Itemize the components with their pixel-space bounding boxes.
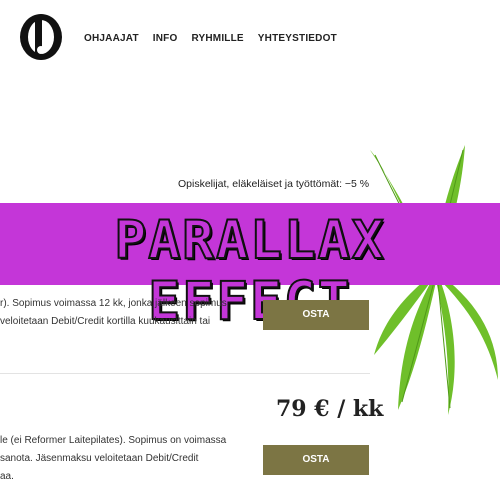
plan2-description: le (ei Reformer Laitepilates). Sopimus o…	[0, 432, 250, 486]
plan1-buy-button[interactable]: OSTA	[263, 300, 369, 330]
main-nav: OHJAAJAT INFO RYHMILLE YHTEYSTIEDOT	[84, 33, 337, 44]
plan2-price: 79 € / kk	[276, 396, 384, 422]
nav-item-ohjaajat[interactable]: OHJAAJAT	[84, 33, 139, 44]
plan1-line: veloitetaan Debit/Credit kortilla kuukau…	[0, 316, 211, 327]
nav-item-info[interactable]: INFO	[153, 33, 178, 44]
plan2-line: sanota. Jäsenmaksu veloitetaan Debit/Cre…	[0, 453, 199, 464]
nav-item-yhteystiedot[interactable]: YHTEYSTIEDOT	[258, 33, 337, 44]
plan2-line: le (ei Reformer Laitepilates). Sopimus o…	[0, 435, 227, 446]
plan2-line: aa.	[0, 471, 14, 482]
section-divider	[0, 373, 370, 374]
plan2-buy-button[interactable]: OSTA	[263, 445, 369, 475]
nav-item-ryhmille[interactable]: RYHMILLE	[191, 33, 243, 44]
plan1-line: r). Sopimus voimassa 12 kk, jonka jälkee…	[0, 298, 227, 309]
discount-text: Opiskelijat, eläkeläiset ja työttömät: −…	[178, 178, 370, 190]
logo-icon[interactable]	[18, 12, 64, 62]
plan1-description: r). Sopimus voimassa 12 kk, jonka jälkee…	[0, 295, 250, 331]
